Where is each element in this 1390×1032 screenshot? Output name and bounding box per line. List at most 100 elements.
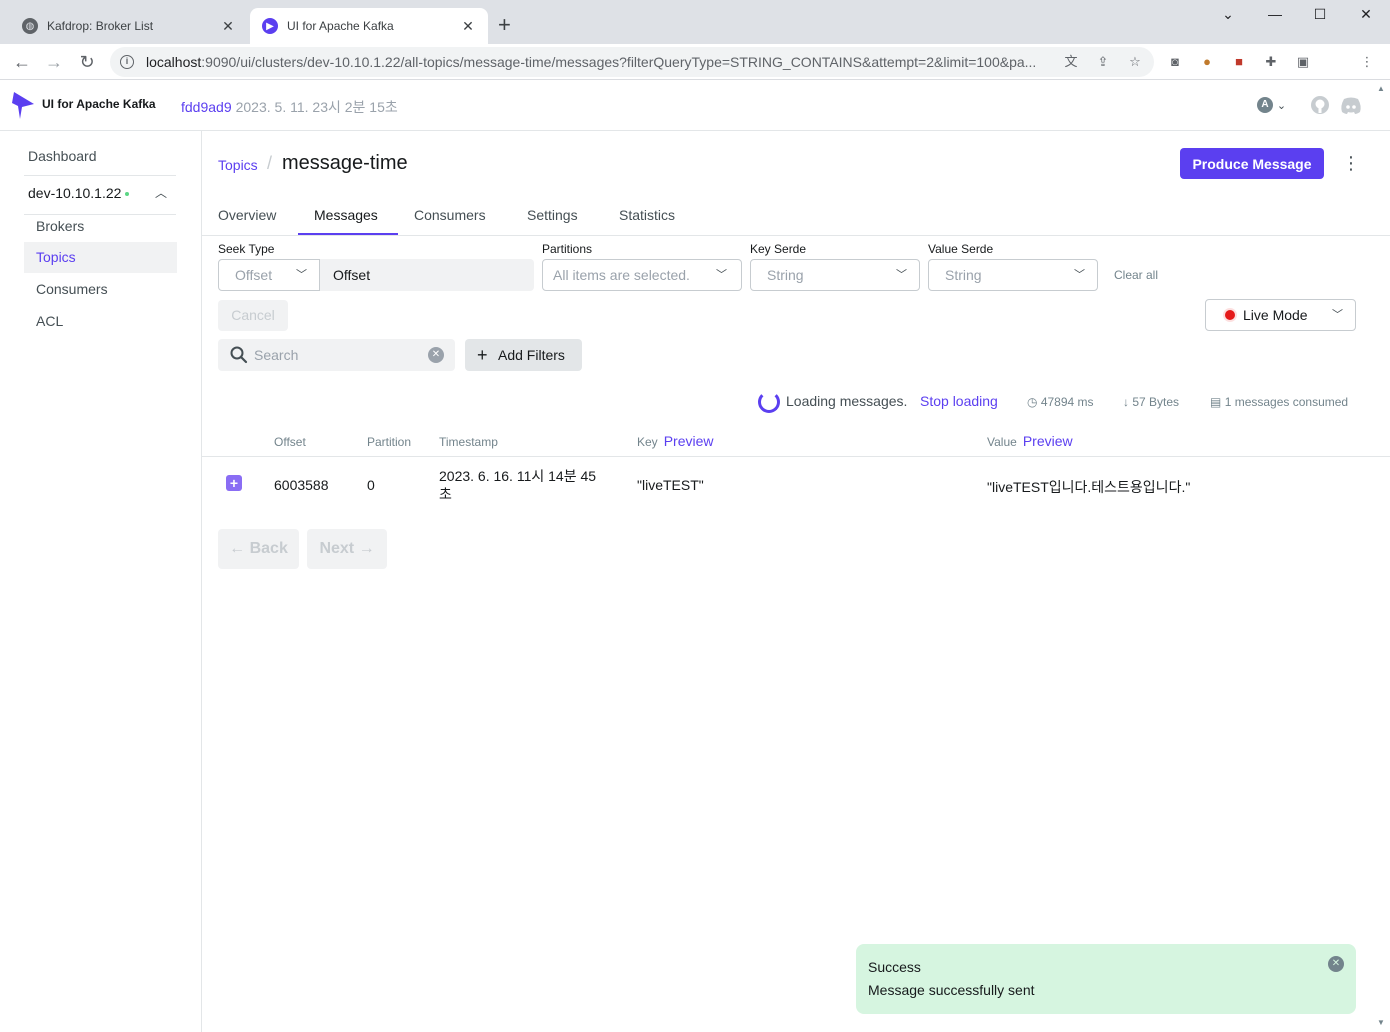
tab-statistics[interactable]: Statistics <box>619 207 675 223</box>
search-input[interactable]: Search ✕ <box>218 339 455 371</box>
key-preview-link[interactable]: Preview <box>664 433 714 449</box>
partitions-label: Partitions <box>542 242 593 256</box>
maximize-icon[interactable]: ☐ <box>1305 6 1335 23</box>
table-row[interactable]: + 6003588 0 2023. 6. 16. 11시 14분 45 초 "li… <box>202 458 1390 514</box>
close-icon[interactable]: ✕ <box>460 18 476 35</box>
sidebar-item-dashboard[interactable]: Dashboard <box>28 148 97 164</box>
next-button[interactable]: Next → <box>307 529 387 569</box>
partitions-value: All items are selected. <box>553 267 690 283</box>
chevron-down-icon: ﹀ <box>296 269 307 281</box>
toast-message: Message successfully sent <box>868 982 1035 998</box>
tab-title: UI for Apache Kafka <box>287 19 394 33</box>
reload-icon[interactable]: ↻ <box>75 50 99 74</box>
address-bar[interactable]: i localhost:9090/ui/clusters/dev-10.10.1… <box>110 47 1154 77</box>
add-filters-button[interactable]: + Add Filters <box>465 339 582 371</box>
seek-type-label: Seek Type <box>218 242 275 256</box>
col-key: Key Preview <box>637 433 714 449</box>
scroll-down-icon[interactable]: ▼ <box>1377 1018 1385 1027</box>
camera-icon[interactable]: ◙ <box>1166 53 1184 71</box>
app-name[interactable]: UI for Apache Kafka <box>42 97 156 111</box>
partitions-select[interactable]: All items are selected. ﹀ <box>542 259 742 291</box>
new-tab-icon[interactable]: + <box>498 14 511 36</box>
add-filters-label: Add Filters <box>498 347 565 363</box>
side-panel-icon[interactable]: ▣ <box>1294 53 1312 71</box>
tab-messages[interactable]: Messages <box>314 207 378 223</box>
close-icon[interactable]: ✕ <box>1328 956 1344 972</box>
more-vert-icon[interactable]: ⋮ <box>1342 151 1360 175</box>
chevron-up-icon[interactable]: ︿ <box>155 184 167 201</box>
globe-icon: ◍ <box>22 18 38 34</box>
toast-title: Success <box>868 959 921 975</box>
tab-consumers[interactable]: Consumers <box>414 207 486 223</box>
more-vert-icon[interactable]: ⋮ <box>1358 53 1376 71</box>
breadcrumb-topics[interactable]: Topics <box>218 157 258 173</box>
scroll-up-icon[interactable]: ▲ <box>1377 84 1385 93</box>
value-serde-value: String <box>945 267 982 283</box>
url-text: localhost:9090/ui/clusters/dev-10.10.1.2… <box>146 54 1037 70</box>
breadcrumb-separator: / <box>267 153 273 173</box>
bytes-stat: ↓ 57 Bytes <box>1123 395 1180 409</box>
chevron-down-icon[interactable]: ⌄ <box>1213 6 1243 23</box>
browser-toolbar: ← → ↻ i localhost:9090/ui/clusters/dev-1… <box>0 44 1390 80</box>
value-preview-link[interactable]: Preview <box>1023 433 1073 449</box>
produce-message-button[interactable]: Produce Message <box>1180 148 1324 179</box>
back-arrow-icon[interactable]: ← <box>10 50 34 74</box>
record-dot-icon <box>1223 308 1237 322</box>
sidebar-item-brokers[interactable]: Brokers <box>24 211 177 242</box>
tab-title: Kafdrop: Broker List <box>47 19 154 33</box>
chevron-down-icon: ﹀ <box>1074 269 1085 281</box>
file-icon: ▤ <box>1210 395 1222 409</box>
sidebar-item-topics[interactable]: Topics <box>24 242 177 273</box>
browser-tab-kafdrop[interactable]: ◍ Kafdrop: Broker List ✕ <box>10 8 248 44</box>
col-timestamp: Timestamp <box>439 435 498 449</box>
sidebar-item-consumers[interactable]: Consumers <box>24 274 177 305</box>
cookie-icon[interactable]: ● <box>1198 53 1216 71</box>
share-icon[interactable]: ⇪ <box>1094 53 1112 71</box>
live-mode-select[interactable]: Live Mode ﹀ <box>1205 299 1356 331</box>
key-serde-select[interactable]: String ﹀ <box>750 259 920 291</box>
forward-arrow-icon[interactable]: → <box>42 50 66 74</box>
chevron-down-icon: ﹀ <box>716 269 727 281</box>
consumed-stat: ▤ 1 messages consumed <box>1210 395 1349 409</box>
col-offset: Offset <box>274 435 306 449</box>
clear-search-icon[interactable]: ✕ <box>428 347 444 363</box>
browser-tab-strip: ◍ Kafdrop: Broker List ✕ ▶ UI for Apache… <box>0 0 1390 44</box>
seek-type-select[interactable]: Offset ﹀ <box>218 259 320 291</box>
user-menu[interactable]: A ⌄ <box>1257 96 1286 116</box>
minimize-icon[interactable]: — <box>1260 6 1290 22</box>
bookmark-extension-icon[interactable]: ■ <box>1230 53 1248 71</box>
cancel-button[interactable]: Cancel <box>218 300 288 331</box>
discord-icon[interactable] <box>1340 96 1362 116</box>
close-window-icon[interactable]: ✕ <box>1351 6 1381 23</box>
sidebar-cluster-name[interactable]: dev-10.10.1.22 <box>28 185 130 201</box>
puzzle-icon[interactable]: ✚ <box>1262 53 1280 71</box>
loading-text: Loading messages. <box>786 393 908 409</box>
live-mode-value: Live Mode <box>1243 307 1308 323</box>
topic-tabs: Overview Messages Consumers Settings Sta… <box>202 195 1390 236</box>
plus-icon: + <box>477 345 488 365</box>
search-placeholder: Search <box>254 347 299 363</box>
sidebar-item-acl[interactable]: ACL <box>24 306 177 337</box>
info-icon[interactable]: i <box>120 55 134 69</box>
stop-loading-link[interactable]: Stop loading <box>920 393 998 413</box>
back-button[interactable]: ← Back <box>218 529 299 569</box>
close-icon[interactable]: ✕ <box>220 18 236 35</box>
clear-all-button[interactable]: Clear all <box>1114 268 1158 282</box>
browser-tab-kafka-ui[interactable]: ▶ UI for Apache Kafka ✕ <box>250 8 488 44</box>
tab-overview[interactable]: Overview <box>218 207 276 223</box>
version-hash[interactable]: fdd9ad9 <box>181 99 232 115</box>
github-icon[interactable] <box>1310 95 1330 115</box>
value-serde-select[interactable]: String ﹀ <box>928 259 1098 291</box>
translate-icon[interactable]: 文 <box>1062 53 1080 71</box>
tab-settings[interactable]: Settings <box>527 207 578 223</box>
col-value: Value Preview <box>987 433 1073 449</box>
expand-row-icon[interactable]: + <box>226 475 242 491</box>
col-partition: Partition <box>367 435 412 449</box>
seek-offset-input[interactable]: Offset <box>320 259 534 291</box>
active-tab-indicator <box>298 233 398 235</box>
version-info: fdd9ad9 2023. 5. 11. 23시 2분 15초 <box>181 97 398 117</box>
cell-value: "liveTEST입니다.테스트용입니다." <box>987 479 1191 495</box>
kafka-ui-logo-icon[interactable] <box>12 90 36 120</box>
star-icon[interactable]: ☆ <box>1126 53 1144 71</box>
cell-timestamp: 2023. 6. 16. 11시 14분 45 초 <box>439 468 597 502</box>
